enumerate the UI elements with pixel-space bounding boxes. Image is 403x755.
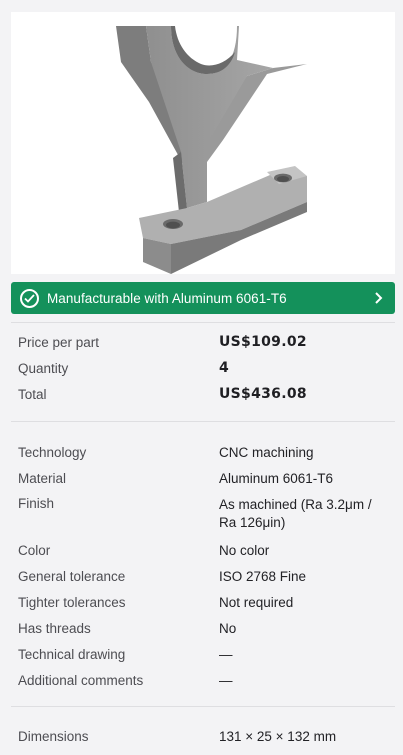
row-label: Quantity <box>18 360 69 376</box>
check-circle-icon <box>20 288 39 308</box>
banner-message: Manufacturable with Aluminum 6061-T6 <box>47 290 287 306</box>
row-label: Tighter tolerances <box>18 594 126 610</box>
specs-table: Technology CNC machining Material Alumin… <box>18 439 390 693</box>
divider <box>11 322 395 323</box>
row-value: Aluminum 6061-T6 <box>219 470 334 486</box>
row-label: Dimensions <box>18 728 89 744</box>
row-label: Color <box>18 542 51 558</box>
row-value: — <box>219 672 233 688</box>
row-label: General tolerance <box>18 568 126 584</box>
row-quantity: Quantity 4 <box>18 355 390 381</box>
row-value: — <box>219 646 233 662</box>
row-label: Has threads <box>18 620 91 636</box>
row-label: Total <box>18 386 47 402</box>
part-preview-image <box>11 12 395 274</box>
divider <box>11 421 395 422</box>
row-value: 4 <box>219 360 230 376</box>
row-technology: Technology CNC machining <box>18 439 390 465</box>
dimensions-table: Dimensions 131 × 25 × 132 mm <box>18 723 390 749</box>
row-value: ISO 2768 Fine <box>219 568 307 584</box>
row-material: Material Aluminum 6061-T6 <box>18 465 390 491</box>
row-technical-drawing: Technical drawing — <box>18 641 390 667</box>
row-value: US$109.02 <box>219 334 307 350</box>
row-label: Technical drawing <box>18 646 126 662</box>
row-value: US$436.08 <box>219 386 307 402</box>
row-price-per-part: Price per part US$109.02 <box>18 329 390 355</box>
row-additional-comments: Additional comments — <box>18 667 390 693</box>
row-has-threads: Has threads No <box>18 615 390 641</box>
row-general-tolerance: General tolerance ISO 2768 Fine <box>18 563 390 589</box>
row-finish: Finish As machined (Ra 3.2μm / Ra 126μin… <box>18 491 390 537</box>
row-value: No color <box>219 542 270 558</box>
chevron-right-icon <box>373 291 385 305</box>
row-label: Finish <box>18 496 55 511</box>
manufacturability-banner[interactable]: Manufacturable with Aluminum 6061-T6 <box>11 282 395 314</box>
row-value: 131 × 25 × 132 mm <box>219 728 337 744</box>
row-total: Total US$436.08 <box>18 381 390 407</box>
row-label: Price per part <box>18 334 100 350</box>
divider <box>11 706 395 707</box>
row-color: Color No color <box>18 537 390 563</box>
pricing-table: Price per part US$109.02 Quantity 4 Tota… <box>18 329 390 407</box>
row-label: Additional comments <box>18 672 144 688</box>
part-summary-card: Manufacturable with Aluminum 6061-T6 Pri… <box>0 0 403 755</box>
row-label: Material <box>18 470 67 486</box>
row-value: Not required <box>219 594 294 610</box>
row-label: Technology <box>18 444 87 460</box>
row-tighter-tolerances: Tighter tolerances Not required <box>18 589 390 615</box>
row-value: No <box>219 620 237 636</box>
row-value: As machined (Ra 3.2μm / Ra 126μin) <box>219 497 372 530</box>
row-dimensions: Dimensions 131 × 25 × 132 mm <box>18 723 390 749</box>
row-value: CNC machining <box>219 444 314 460</box>
